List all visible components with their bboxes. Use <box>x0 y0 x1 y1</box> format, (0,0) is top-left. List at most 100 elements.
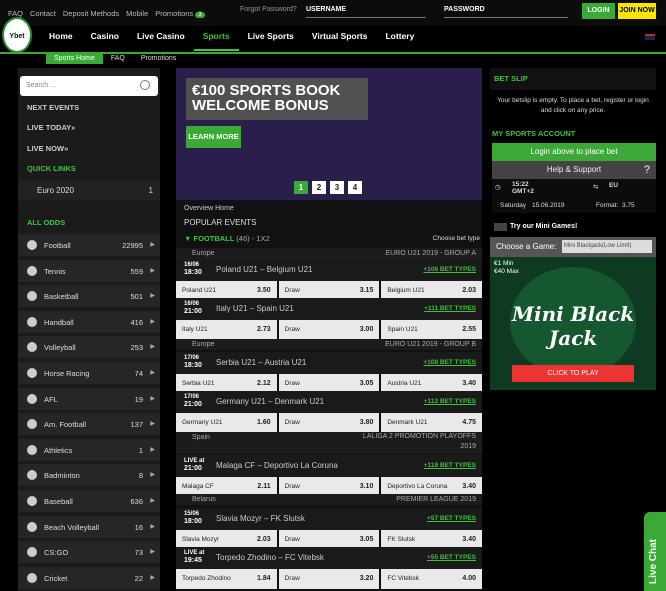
region-value[interactable]: EU <box>609 182 618 189</box>
promotions-link[interactable]: Promotions 3 <box>155 9 205 18</box>
overview-breadcrumb[interactable]: Overview Home <box>184 205 234 212</box>
live-now-link[interactable]: LIVE NOW» <box>27 144 68 153</box>
match-name[interactable]: Malaga CF – Deportivo La Coruna <box>216 461 338 470</box>
sport-item[interactable]: Horse Racing 74 ▶ <box>18 362 160 384</box>
bet-types-link[interactable]: +119 BET TYPES <box>424 462 476 469</box>
promo-banner[interactable]: €100 SPORTS BOOK WELCOME BONUS LEARN MOR… <box>176 68 482 200</box>
match-name[interactable]: Germany U21 – Denmark U21 <box>216 397 324 406</box>
match-name[interactable]: Serbia U21 – Austria U21 <box>216 358 306 367</box>
league-name[interactable]: EURO U21 2019 - GROUP A <box>385 248 476 259</box>
sport-item[interactable]: Athletics 1 ▶ <box>18 438 160 461</box>
nav-live-casino[interactable]: Live Casino <box>128 26 194 51</box>
match-header[interactable]: 15/06 18:00 Slavia Mozyr – FK Slutsk +57 BE… <box>176 508 482 530</box>
search-input[interactable]: Search ... <box>20 76 158 96</box>
timezone-value[interactable]: GMT+2 <box>512 188 534 195</box>
home-odds-button[interactable]: Italy U21 2.73 <box>176 320 277 340</box>
match-datetime: LIVE at 21:00 <box>184 458 204 472</box>
join-now-button[interactable]: JOIN NOW <box>618 3 656 19</box>
draw-label: Draw <box>284 287 300 294</box>
subnav-sports-home[interactable]: Sports Home <box>46 54 103 64</box>
league-name[interactable]: EURO U21 2019 - GROUP B <box>385 339 476 350</box>
nav-home[interactable]: Home <box>40 26 82 51</box>
league-name[interactable]: PREMIER LEAGUE 2019 <box>396 494 476 505</box>
ybet-logo[interactable]: Ybet <box>2 17 32 53</box>
password-field[interactable]: PASSWORD <box>444 4 568 18</box>
username-field[interactable]: USERNAME <box>306 4 426 18</box>
draw-odds-button[interactable]: Draw 3.80 <box>278 413 380 433</box>
game-select[interactable]: Mini Blackjack(Low Limit) <box>562 240 652 253</box>
next-events-link[interactable]: NEXT EVENTS <box>27 103 79 112</box>
sport-item[interactable]: AFL 19 ▶ <box>18 387 160 410</box>
sport-item[interactable]: Am. Football 137 ▶ <box>18 413 160 436</box>
home-odds-button[interactable]: Germany U21 1.60 <box>176 413 277 433</box>
match-header[interactable]: LIVE at 21:00 Malaga CF – Deportivo La Cor… <box>176 455 482 477</box>
chevron-right-icon: ▶ <box>150 395 155 402</box>
league-name[interactable]: LALIGA 2 PROMOTION PLAYOFFS 2019 <box>356 432 476 452</box>
match-header[interactable]: 17/06 18:30 Serbia U21 – Austria U21 +108 B… <box>176 352 482 374</box>
mini-blackjack-game[interactable]: €1 Min €40 Max Mini Black Jack CLICK TO … <box>490 257 656 390</box>
clock-icon: ◷ <box>495 184 501 191</box>
football-section-header[interactable]: ▼ FOOTBALL (46) - 1X2 Choose bet type <box>176 232 482 246</box>
banner-page-2[interactable]: 2 <box>312 181 326 194</box>
match-header[interactable]: LIVE at 19:45 Torpedo Zhodino – FC Vitebsk… <box>176 547 482 569</box>
sport-item[interactable]: Tennis 559 ▶ <box>18 259 160 282</box>
draw-odds-button[interactable]: Draw 3.20 <box>278 569 380 589</box>
bet-types-link[interactable]: +57 BET TYPES <box>427 515 476 522</box>
sport-item[interactable]: Badminton 8 ▶ <box>18 464 160 487</box>
format-value[interactable]: 3.75 <box>622 202 635 209</box>
match-header[interactable]: 17/06 21:00 Germany U21 – Denmark U21 +112 … <box>176 391 482 413</box>
sport-item[interactable]: CS:GO 73 ▶ <box>18 541 160 564</box>
nav-lottery[interactable]: Lottery <box>376 26 423 51</box>
nav-live-sports[interactable]: Live Sports <box>239 26 303 51</box>
login-to-place-bet-button[interactable]: Login above to place bet <box>492 143 656 161</box>
match-name[interactable]: Italy U21 – Spain U21 <box>216 304 294 313</box>
search-icon[interactable] <box>140 80 150 90</box>
bet-types-link[interactable]: +111 BET TYPES <box>424 305 476 312</box>
login-button[interactable]: LOGIN <box>582 3 615 19</box>
home-odds-button[interactable]: Torpedo Zhodino 1.84 <box>176 569 277 589</box>
banner-page-1[interactable]: 1 <box>294 181 308 194</box>
odds-row: Germany U21 1.60 Draw 3.80 Denmark U21 4.75 <box>176 413 483 433</box>
learn-more-button[interactable]: LEARN MORE <box>186 126 241 148</box>
banner-page-4[interactable]: 4 <box>348 181 362 194</box>
help-support-button[interactable]: Help & Support ? <box>492 161 656 179</box>
sport-item[interactable]: Beach Volleyball 16 ▶ <box>18 515 160 538</box>
sport-item[interactable]: Handball 416 ▶ <box>18 310 160 333</box>
match-name[interactable]: Torpedo Zhodino – FC Vitebsk <box>216 553 324 562</box>
away-odds-button[interactable]: Denmark U21 4.75 <box>381 413 483 433</box>
away-odds-button[interactable]: Spain U21 2.55 <box>381 320 483 340</box>
bet-types-link[interactable]: +55 BET TYPES <box>427 554 476 561</box>
sport-item[interactable]: Volleyball 253 ▶ <box>18 336 160 359</box>
match-header[interactable]: 16/06 18:30 Poland U21 – Belgium U21 +106 B… <box>176 259 482 281</box>
nav-casino[interactable]: Casino <box>82 26 128 51</box>
click-to-play-button[interactable]: CLICK TO PLAY <box>512 365 634 382</box>
banner-page-3[interactable]: 3 <box>330 181 344 194</box>
nav-sports[interactable]: Sports <box>193 26 239 51</box>
match-name[interactable]: Poland U21 – Belgium U21 <box>216 265 313 274</box>
sport-item[interactable]: Football 22995 ▶ <box>18 234 160 256</box>
match-header[interactable]: 16/06 21:00 Italy U21 – Spain U21 +111 BET … <box>176 298 482 320</box>
away-odds: 2.55 <box>462 326 477 333</box>
sport-item[interactable]: Cricket 22 ▶ <box>18 566 160 589</box>
subnav-promotions[interactable]: Promotions <box>133 54 184 64</box>
language-flag-icon[interactable] <box>645 34 655 40</box>
nav-virtual-sports[interactable]: Virtual Sports <box>303 26 377 51</box>
chevron-right-icon: ▶ <box>150 370 155 376</box>
sport-item[interactable]: Baseball 636 ▶ <box>18 490 160 512</box>
away-odds-button[interactable]: FC Vitebsk 4.00 <box>381 569 483 589</box>
bet-types-link[interactable]: +112 BET TYPES <box>424 398 476 405</box>
bet-types-link[interactable]: +108 BET TYPES <box>423 359 476 366</box>
euro-2020-item[interactable]: Euro 2020 1 <box>18 180 160 200</box>
contact-link[interactable]: Contact <box>30 9 56 18</box>
choose-bet-type-dropdown[interactable]: Choose bet type <box>433 232 480 246</box>
draw-odds-button[interactable]: Draw 3.00 <box>278 320 380 340</box>
live-today-link[interactable]: LIVE TODAY» <box>27 123 75 132</box>
mobile-link[interactable]: Mobile <box>126 9 148 18</box>
bet-types-link[interactable]: +106 BET TYPES <box>423 266 476 273</box>
deposit-methods-link[interactable]: Deposit Methods <box>63 9 119 18</box>
sport-item[interactable]: Basketball 501 ▶ <box>18 285 160 308</box>
live-chat-button[interactable]: Live Chat <box>644 512 666 591</box>
match-name[interactable]: Slavia Mozyr – FK Slutsk <box>216 514 305 523</box>
forgot-password-link[interactable]: Forgot Password? <box>240 6 297 13</box>
subnav-faq[interactable]: FAQ <box>103 54 133 64</box>
